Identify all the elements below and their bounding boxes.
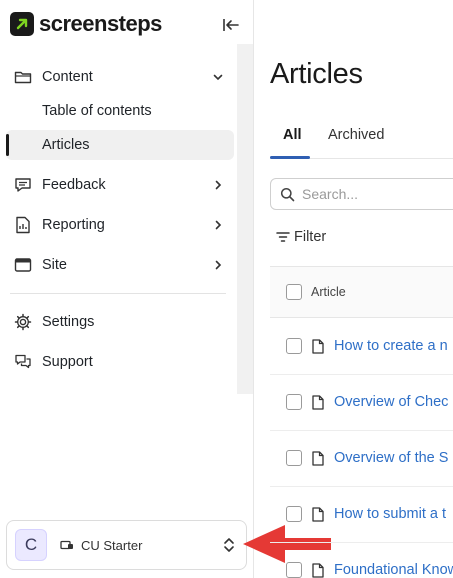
sidebar-item-label: Feedback <box>42 177 106 193</box>
sidebar-scrollbar[interactable] <box>237 44 253 394</box>
article-link[interactable]: How to submit a t <box>334 506 446 522</box>
folder-icon <box>12 66 34 88</box>
filter-icon <box>276 230 290 244</box>
tab-all[interactable]: All <box>283 127 302 143</box>
row-checkbox[interactable] <box>286 506 302 522</box>
table-row[interactable]: How to create a n <box>270 318 453 375</box>
sidebar-item-table-of-contents[interactable]: Table of contents <box>6 96 234 126</box>
filter-button[interactable]: Filter <box>276 229 326 245</box>
document-icon <box>312 338 326 354</box>
sidebar-item-label: Content <box>42 69 93 85</box>
row-checkbox[interactable] <box>286 562 302 578</box>
sidebar: screensteps Content Table of contents Ar… <box>0 0 254 578</box>
chevron-updown-icon <box>220 534 238 556</box>
workspace-avatar: C <box>15 529 47 561</box>
sidebar-item-label: Table of contents <box>42 103 152 119</box>
site-icon <box>12 254 34 276</box>
sidebar-item-label: Support <box>42 354 93 370</box>
workspace-icon <box>59 537 75 553</box>
column-header-article[interactable]: Article <box>311 285 346 299</box>
gear-icon <box>12 311 34 333</box>
sidebar-item-site[interactable]: Site <box>12 250 234 280</box>
chevron-right-icon <box>210 177 226 193</box>
article-link[interactable]: Overview of Chec <box>334 394 448 410</box>
row-checkbox[interactable] <box>286 450 302 466</box>
sidebar-item-label: Articles <box>42 137 90 153</box>
logo-mark-icon <box>10 12 34 36</box>
sidebar-item-articles[interactable]: Articles <box>6 130 234 160</box>
sidebar-item-feedback[interactable]: Feedback <box>12 170 234 200</box>
sidebar-item-settings[interactable]: Settings <box>12 307 234 337</box>
active-indicator <box>6 134 9 156</box>
document-icon <box>312 450 326 466</box>
article-link[interactable]: Overview of the S <box>334 450 448 466</box>
sidebar-item-content[interactable]: Content <box>12 62 234 92</box>
table-row[interactable]: How to submit a t <box>270 486 453 543</box>
workspace-switcher[interactable]: C CU Starter <box>6 520 247 570</box>
sidebar-item-label: Reporting <box>42 217 105 233</box>
filter-label: Filter <box>294 229 327 245</box>
brand-name: screensteps <box>39 11 162 36</box>
select-all-checkbox[interactable] <box>286 284 302 300</box>
search-box[interactable] <box>270 178 453 210</box>
article-link[interactable]: How to create a n <box>334 338 448 354</box>
brand-logo[interactable]: screensteps <box>10 11 162 37</box>
main-content: Articles All Archived Filter Article How… <box>254 0 453 578</box>
feedback-icon <box>12 174 34 196</box>
support-icon <box>12 351 34 373</box>
sidebar-item-label: Settings <box>42 314 95 330</box>
document-icon <box>312 506 326 522</box>
tab-archived[interactable]: Archived <box>328 127 384 143</box>
row-checkbox[interactable] <box>286 338 302 354</box>
document-icon <box>312 394 326 410</box>
workspace-name: CU Starter <box>81 537 143 553</box>
table-header: Article <box>270 266 453 318</box>
report-icon <box>12 214 34 236</box>
table-row[interactable]: Foundational Know <box>270 542 453 578</box>
chevron-right-icon <box>210 217 226 233</box>
active-tab-indicator <box>270 156 310 159</box>
sidebar-item-label: Site <box>42 257 67 273</box>
collapse-sidebar-icon[interactable] <box>219 14 243 36</box>
article-link[interactable]: Foundational Know <box>334 562 453 578</box>
table-row[interactable]: Overview of the S <box>270 430 453 487</box>
sidebar-divider <box>10 293 226 294</box>
table-row[interactable]: Overview of Chec <box>270 374 453 431</box>
search-input[interactable] <box>300 185 453 203</box>
chevron-right-icon <box>210 257 226 273</box>
chevron-down-icon <box>210 69 226 85</box>
search-icon <box>278 185 296 203</box>
document-icon <box>312 562 326 578</box>
row-checkbox[interactable] <box>286 394 302 410</box>
page-title: Articles <box>270 58 363 90</box>
sidebar-item-reporting[interactable]: Reporting <box>12 210 234 240</box>
sidebar-item-support[interactable]: Support <box>12 347 234 377</box>
